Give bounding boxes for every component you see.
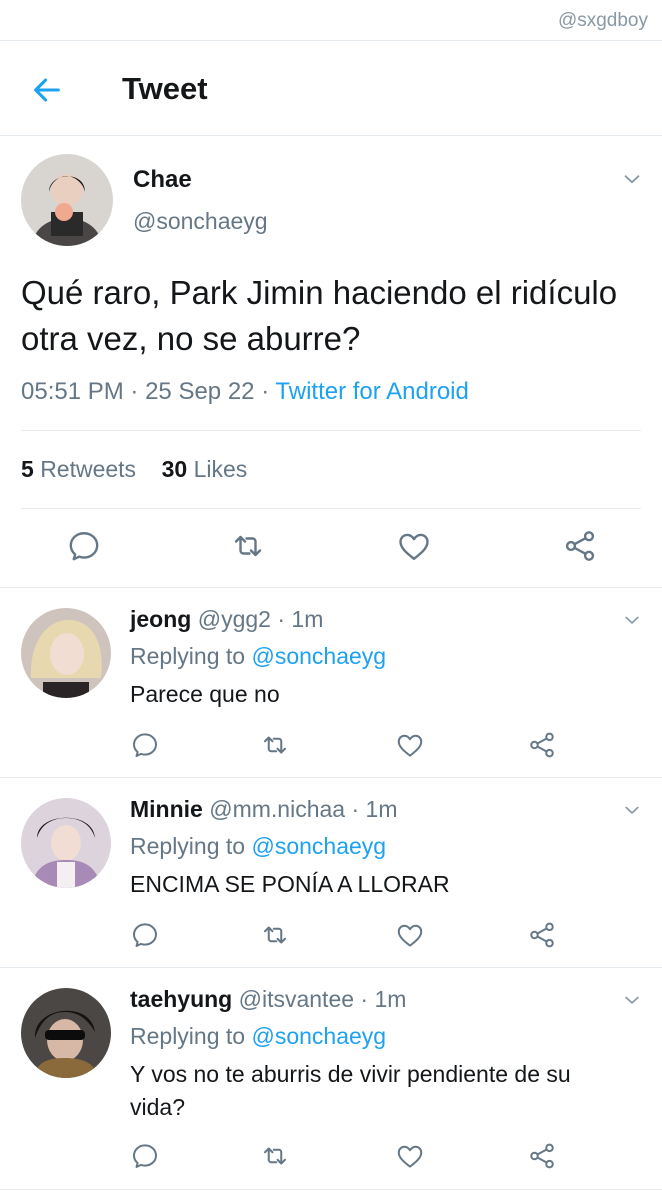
reply-item[interactable]: Minnie @mm.nichaa · 1m Replying to @sonc… [0, 778, 662, 968]
reply-author-handle[interactable]: @ygg2 [198, 606, 271, 632]
replying-to: Replying to @sonchaeyg [130, 833, 386, 860]
reply-icon[interactable] [130, 1141, 160, 1171]
reply-icon[interactable] [130, 920, 160, 950]
reply-icon[interactable] [66, 528, 102, 564]
retweets-count: 5 [21, 456, 34, 482]
likes-stat[interactable]: 30 Likes [162, 456, 248, 482]
tweet-meta: 05:51 PM · 25 Sep 22 · Twitter for Andro… [21, 378, 469, 406]
likes-label: Likes [193, 456, 248, 482]
replying-to: Replying to @sonchaeyg [130, 643, 386, 670]
watermark: @sxgdboy [557, 10, 648, 31]
reply-icon[interactable] [130, 730, 160, 760]
reply-author-handle[interactable]: @itsvantee [239, 986, 354, 1012]
tweet-time: 05:51 PM [21, 378, 124, 405]
like-icon[interactable] [395, 1141, 425, 1171]
share-icon[interactable] [562, 528, 598, 564]
tweet-stats: 5 Retweets 30 Likes [21, 456, 247, 483]
divider [21, 430, 641, 431]
reply-separator: · [360, 986, 369, 1012]
tweet-text: Qué raro, Park Jimin haciendo el ridícul… [21, 274, 618, 357]
reply-separator: · [351, 796, 360, 822]
reply-text: Parece que no [130, 681, 280, 707]
avatar[interactable] [21, 988, 111, 1078]
retweet-icon[interactable] [260, 920, 290, 950]
reply-header: jeong @ygg2 · 1m [130, 606, 323, 633]
tweet-date: 25 Sep 22 [145, 378, 255, 405]
retweet-icon[interactable] [260, 730, 290, 760]
meta-separator: · [261, 378, 270, 405]
tweet-source-link[interactable]: Twitter for Android [275, 378, 468, 405]
retweets-stat[interactable]: 5 Retweets [21, 456, 136, 482]
chevron-down-icon[interactable] [622, 800, 642, 820]
chevron-down-icon[interactable] [622, 610, 642, 630]
reply-author-handle[interactable]: @mm.nichaa [209, 796, 345, 822]
reply-separator: · [277, 606, 286, 632]
retweets-label: Retweets [40, 456, 137, 482]
reply-header: Minnie @mm.nichaa · 1m [130, 796, 397, 823]
avatar[interactable] [21, 608, 111, 698]
reply-item[interactable]: jeong @ygg2 · 1m Replying to @sonchaeyg … [0, 588, 662, 778]
reply-text: Y vos no te aburris de vivir pendiente d… [130, 1061, 571, 1120]
chevron-down-icon[interactable] [621, 168, 643, 190]
like-icon[interactable] [395, 730, 425, 760]
retweet-icon[interactable] [260, 1141, 290, 1171]
replying-to-mention[interactable]: @sonchaeyg [251, 1023, 386, 1049]
replying-to-mention[interactable]: @sonchaeyg [251, 643, 386, 669]
reply-time: 1m [291, 606, 324, 632]
share-icon[interactable] [527, 730, 557, 760]
share-icon[interactable] [527, 1141, 557, 1171]
share-icon[interactable] [527, 920, 557, 950]
divider [21, 508, 641, 509]
avatar[interactable] [21, 154, 113, 246]
back-arrow-icon[interactable] [30, 73, 64, 107]
reply-author-name[interactable]: Minnie [130, 796, 203, 822]
reply-time: 1m [374, 986, 407, 1012]
reply-author-name[interactable]: taehyung [130, 986, 232, 1012]
replying-to-label: Replying to [130, 643, 246, 669]
reply-time: 1m [365, 796, 398, 822]
reply-item[interactable]: taehyung @itsvantee · 1m Replying to @so… [0, 968, 662, 1190]
reply-author-name[interactable]: jeong [130, 606, 191, 632]
likes-count: 30 [161, 456, 188, 482]
reply-text: ENCIMA SE PONÍA A LLORAR [130, 871, 450, 897]
reply-header: taehyung @itsvantee · 1m [130, 986, 406, 1013]
meta-separator: · [130, 378, 139, 405]
replying-to-mention[interactable]: @sonchaeyg [251, 833, 386, 859]
retweet-icon[interactable] [230, 528, 266, 564]
page-title: Tweet [122, 71, 208, 106]
author-handle[interactable]: @sonchaeyg [133, 208, 268, 235]
like-icon[interactable] [396, 528, 432, 564]
chevron-down-icon[interactable] [622, 990, 642, 1010]
replying-to-label: Replying to [130, 1023, 246, 1049]
replying-to: Replying to @sonchaeyg [130, 1023, 386, 1050]
like-icon[interactable] [395, 920, 425, 950]
avatar[interactable] [21, 798, 111, 888]
author-name[interactable]: Chae [133, 166, 192, 194]
replying-to-label: Replying to [130, 833, 246, 859]
header: Tweet [0, 41, 662, 136]
